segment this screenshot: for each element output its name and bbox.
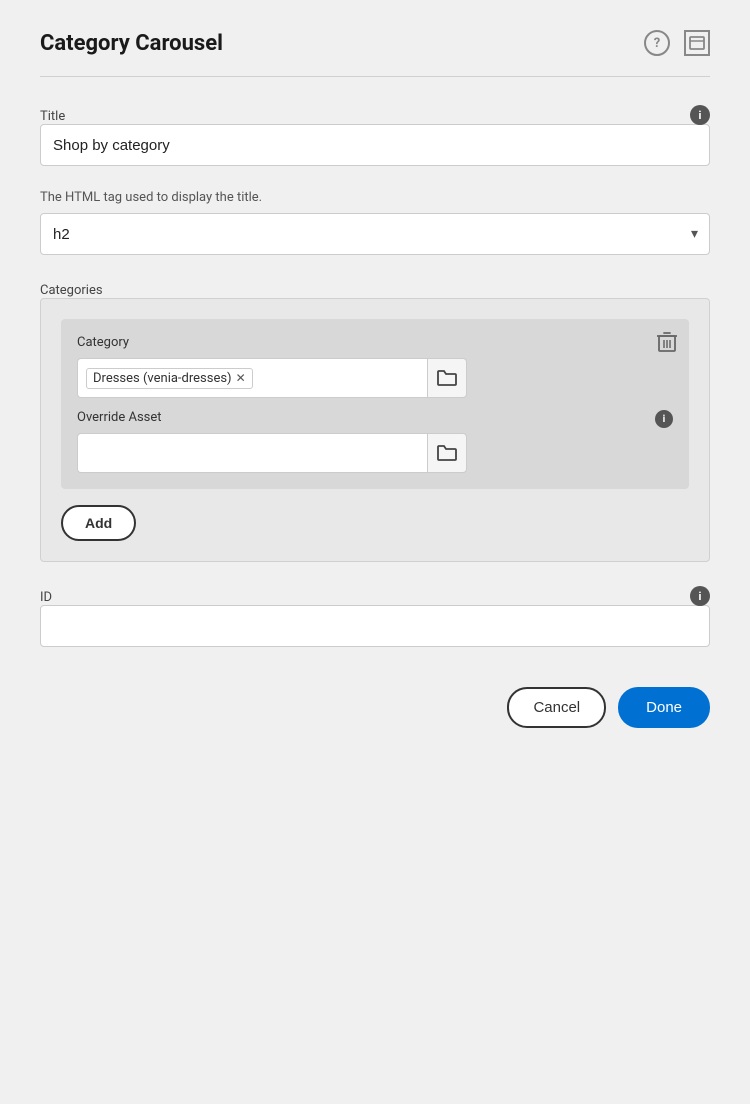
title-info-icon[interactable]: i xyxy=(690,105,710,125)
header-icons: ? xyxy=(644,30,710,56)
override-section: i Override Asset xyxy=(77,410,673,473)
page-title: Category Carousel xyxy=(40,31,223,56)
id-info-icon[interactable]: i xyxy=(690,586,710,606)
cancel-button[interactable]: Cancel xyxy=(507,687,606,728)
categories-label: Categories xyxy=(40,283,103,298)
header-divider xyxy=(40,76,710,77)
override-input-row xyxy=(77,433,467,473)
title-input[interactable] xyxy=(40,124,710,166)
category-field-label: Category xyxy=(77,335,673,350)
override-folder-button[interactable] xyxy=(427,433,467,473)
title-label: Title xyxy=(40,109,65,124)
tag-label: Dresses (venia-dresses) xyxy=(93,371,232,386)
tag-remove-icon[interactable]: ✕ xyxy=(236,372,246,384)
add-button[interactable]: Add xyxy=(61,505,136,541)
id-label: ID xyxy=(40,590,52,605)
title-section: i Title xyxy=(40,105,710,166)
header: Category Carousel ? xyxy=(40,30,710,56)
categories-container: Category Dresses (venia-dresses) ✕ xyxy=(40,298,710,562)
id-input[interactable] xyxy=(40,605,710,647)
categories-section: Categories Category xyxy=(40,279,710,562)
html-tag-select-wrapper: h1 h2 h3 h4 h5 h6 p span ▾ xyxy=(40,213,710,255)
footer-buttons: Cancel Done xyxy=(40,687,710,728)
category-input-row: Dresses (venia-dresses) ✕ xyxy=(77,358,467,398)
category-tags-input[interactable]: Dresses (venia-dresses) ✕ xyxy=(77,358,427,398)
html-tag-section: The HTML tag used to display the title. … xyxy=(40,190,710,255)
help-icon[interactable]: ? xyxy=(644,30,670,56)
delete-icon[interactable] xyxy=(657,331,677,358)
html-tag-select[interactable]: h1 h2 h3 h4 h5 h6 p span xyxy=(40,213,710,255)
page-container: Category Carousel ? i Title The HTML tag… xyxy=(0,0,750,1104)
layout-icon[interactable] xyxy=(684,30,710,56)
override-input[interactable] xyxy=(77,433,427,473)
id-section: i ID xyxy=(40,586,710,647)
override-label: Override Asset xyxy=(77,410,673,425)
done-button[interactable]: Done xyxy=(618,687,710,728)
html-tag-helper: The HTML tag used to display the title. xyxy=(40,190,710,205)
override-info-icon[interactable]: i xyxy=(655,410,673,428)
category-item: Category Dresses (venia-dresses) ✕ xyxy=(61,319,689,489)
category-tag: Dresses (venia-dresses) ✕ xyxy=(86,368,253,389)
category-folder-button[interactable] xyxy=(427,358,467,398)
